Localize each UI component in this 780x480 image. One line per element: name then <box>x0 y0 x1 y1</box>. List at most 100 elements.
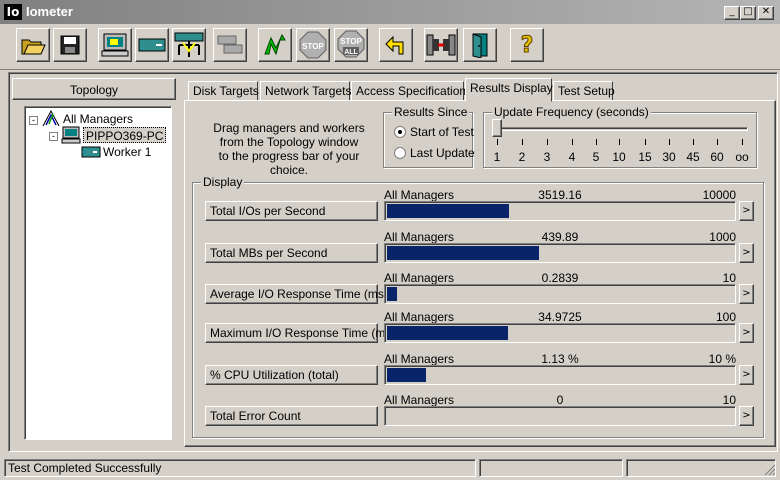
metric-arrow-button[interactable]: > <box>739 284 754 304</box>
update-frequency-title: Update Frequency (seconds) <box>492 105 651 119</box>
metric-progress-bar <box>384 201 736 221</box>
frequency-tick <box>669 139 670 145</box>
metric-select-button[interactable]: Maximum I/O Response Time (ms) <box>205 323 395 343</box>
frequency-tick <box>596 139 597 145</box>
metric-source-label: All Managers <box>384 393 455 407</box>
tab-access-specifications[interactable]: Access Specifications <box>351 81 472 101</box>
metric-arrow-button[interactable]: > <box>739 365 754 385</box>
help-button[interactable]: ? <box>510 28 544 62</box>
results-since-title: Results Since <box>392 105 470 119</box>
metric-progress-bar <box>384 323 736 343</box>
tree-toggle-all-managers[interactable]: - <box>29 116 38 125</box>
status-pane <box>479 459 623 477</box>
metric-select-button[interactable]: Total I/Os per Second <box>205 201 378 221</box>
frequency-tick <box>547 139 548 145</box>
disconnect-icon <box>426 34 456 56</box>
start-button[interactable] <box>258 28 292 62</box>
title-bar: Io Iometer _ □ ✕ <box>0 0 780 24</box>
metric-arrow-button[interactable]: > <box>739 323 754 343</box>
all-managers-icon <box>42 110 60 127</box>
metric-progress-bar <box>384 243 736 263</box>
drag-hint: Drag managers and workers from the Topol… <box>204 121 374 177</box>
metric-max: 10 <box>722 271 736 285</box>
reset-icon <box>385 35 404 55</box>
metric-select-button[interactable]: Total Error Count <box>205 406 378 426</box>
radio-last-update-label[interactable]: Last Update <box>410 146 475 160</box>
metric-select-button[interactable]: Total MBs per Second <box>205 243 378 263</box>
tab-network-targets[interactable]: Network Targets <box>260 81 351 101</box>
open-button[interactable] <box>16 28 50 62</box>
stop-all-sub-label: ALL <box>344 49 358 56</box>
metric-source-label: All Managers <box>384 188 455 202</box>
tab-disk-targets[interactable]: Disk Targets <box>188 81 259 101</box>
metric-max: 100 <box>715 310 736 324</box>
stop-all-button[interactable]: STOP ALL <box>334 28 368 62</box>
new-network-worker-button[interactable] <box>172 28 206 62</box>
tree-item-worker[interactable]: Worker 1 <box>103 144 151 160</box>
open-icon <box>21 39 46 55</box>
metric-progress-fill <box>387 246 539 260</box>
frequency-tick <box>497 139 498 145</box>
resize-grip-icon[interactable] <box>764 464 776 476</box>
metric-progress-bar <box>384 365 736 385</box>
frequency-tick <box>742 139 743 145</box>
radio-last-update[interactable] <box>394 147 406 159</box>
tree-item-manager[interactable]: PIPPO369-PC <box>83 127 167 143</box>
topology-header: Topology <box>12 78 176 100</box>
metric-max: 1000 <box>709 230 736 244</box>
metric-arrow-button[interactable]: > <box>739 201 754 221</box>
maximize-button[interactable]: □ <box>740 6 756 20</box>
frequency-tick <box>572 139 573 145</box>
frequency-tick <box>645 139 646 145</box>
maximize-icon: □ <box>743 6 753 17</box>
drag-hint-line: to the progress bar of your choice. <box>218 149 360 177</box>
metric-source-label: All Managers <box>384 310 455 324</box>
tree-item-all-managers[interactable]: All Managers <box>63 111 133 127</box>
new-disk-worker-button[interactable] <box>135 28 169 62</box>
metric-value: 34.9725 <box>538 310 582 324</box>
exit-button[interactable] <box>463 28 497 62</box>
radio-start-of-test-label[interactable]: Start of Test <box>410 125 474 139</box>
stop-label: STOP <box>302 42 324 51</box>
metric-select-button[interactable]: Average I/O Response Time (ms) <box>205 284 388 304</box>
new-manager-button[interactable] <box>98 28 132 62</box>
update-frequency-track[interactable] <box>494 127 748 131</box>
stop-icon: STOP <box>299 31 327 59</box>
save-icon <box>60 35 80 55</box>
update-frequency-slider[interactable] <box>492 119 502 137</box>
help-icon: ? <box>520 32 534 58</box>
drag-hint-line: from the Topology window <box>219 135 359 149</box>
worker-disk-icon <box>81 146 101 158</box>
metric-source-label: All Managers <box>384 352 455 366</box>
metric-progress-fill <box>387 287 397 301</box>
stop-button[interactable]: STOP <box>296 28 330 62</box>
metric-arrow-button[interactable]: > <box>739 406 754 426</box>
manager-computer-icon <box>61 126 81 144</box>
reset-button[interactable] <box>379 28 413 62</box>
metric-source-label: All Managers <box>384 230 455 244</box>
frequency-tick <box>717 139 718 145</box>
close-button[interactable]: ✕ <box>758 6 774 20</box>
topology-tree: - All Managers - PIPPO369-PC Worker 1 <box>24 106 172 440</box>
close-icon: ✕ <box>761 6 771 17</box>
metric-progress-fill <box>387 326 508 340</box>
new-disk-worker-icon <box>138 38 166 52</box>
minimize-button[interactable]: _ <box>724 6 740 20</box>
metric-max: 10 <box>722 393 736 407</box>
toolbar: STOP STOP ALL ? <box>0 24 780 70</box>
tree-toggle-manager[interactable]: - <box>49 132 58 141</box>
minimize-icon: _ <box>729 6 735 17</box>
save-button[interactable] <box>53 28 87 62</box>
frequency-tick <box>522 139 523 145</box>
metric-select-button[interactable]: % CPU Utilization (total) <box>205 365 378 385</box>
disconnect-button[interactable] <box>424 28 458 62</box>
metric-progress-fill <box>387 368 426 382</box>
metric-arrow-button[interactable]: > <box>739 243 754 263</box>
radio-start-of-test[interactable] <box>394 126 406 138</box>
exit-icon <box>472 33 488 58</box>
tab-test-setup[interactable]: Test Setup <box>553 81 615 101</box>
new-manager-icon <box>101 33 129 57</box>
duplicate-worker-button[interactable] <box>213 28 247 62</box>
status-pane <box>626 459 776 477</box>
tab-results-display[interactable]: Results Display <box>465 78 553 102</box>
